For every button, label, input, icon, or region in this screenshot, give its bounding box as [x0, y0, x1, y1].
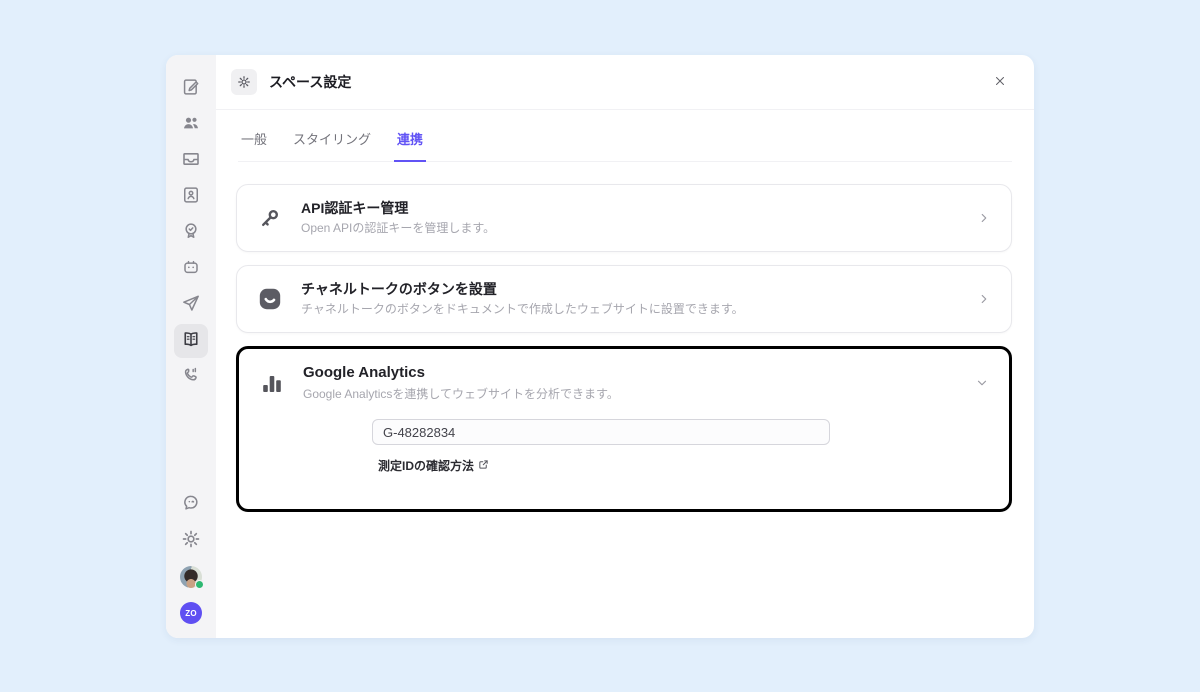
- tab-styling[interactable]: スタイリング: [290, 110, 374, 162]
- sidebar-item-contact-card[interactable]: [174, 180, 208, 214]
- chevron-right-icon: [977, 211, 991, 225]
- sidebar-item-compose[interactable]: [174, 72, 208, 106]
- api-key-management-card[interactable]: API認証キー管理 Open APIの認証キーを管理します。: [236, 184, 1012, 252]
- modal-header: スペース設定: [216, 55, 1034, 110]
- online-status-dot: [195, 580, 204, 589]
- inbox-icon: [181, 149, 201, 174]
- compose-note-icon: [181, 77, 201, 102]
- key-icon: [257, 206, 283, 230]
- google-analytics-card[interactable]: Google Analytics Google Analyticsを連携してウェ…: [236, 346, 1012, 512]
- send-icon: [181, 293, 201, 318]
- sidebar-item-settings[interactable]: [174, 524, 208, 558]
- space-settings-modal: ZO スペース設定 一般 スタイリング 連携 API認証キー管理 Open AP…: [166, 55, 1034, 638]
- badge-check-icon: [181, 221, 201, 246]
- phone-icon: [181, 365, 201, 390]
- card-row: チャネルトークのボタンを設置 チャネルトークのボタンをドキュメントで作成したウェ…: [237, 266, 1011, 332]
- integrations-content: API認証キー管理 Open APIの認証キーを管理します。 チャネルトークのボ…: [216, 162, 1034, 512]
- user-avatar: [180, 566, 204, 589]
- sidebar-item-bot[interactable]: [174, 252, 208, 286]
- measurement-id-help-link[interactable]: 測定IDの確認方法: [378, 457, 489, 474]
- close-icon: [993, 74, 1007, 91]
- sidebar-item-badge[interactable]: [174, 216, 208, 250]
- card-subtitle: Open APIの認証キーを管理します。: [301, 221, 496, 236]
- sidebar-item-send[interactable]: [174, 288, 208, 322]
- settings-gear-icon: [181, 529, 201, 554]
- tab-integrations[interactable]: 連携: [394, 110, 427, 162]
- settings-tabs: 一般 スタイリング 連携: [238, 110, 1012, 162]
- card-title: API認証キー管理: [301, 200, 409, 217]
- sidebar-item-inbox[interactable]: [174, 144, 208, 178]
- card-text: Google Analytics Google Analyticsを連携してウェ…: [303, 363, 619, 402]
- measurement-id-input[interactable]: [372, 419, 830, 445]
- card-row: Google Analytics Google Analyticsを連携してウェ…: [239, 349, 1009, 411]
- sidebar-item-docs[interactable]: [174, 324, 208, 358]
- sidebar-item-phone[interactable]: [174, 360, 208, 394]
- chat-smiley-icon: [181, 493, 201, 518]
- sidebar-item-channel-talk[interactable]: [174, 488, 208, 522]
- users-icon: [181, 113, 201, 138]
- modal-title: スペース設定: [269, 74, 352, 90]
- card-title: チャネルトークのボタンを設置: [301, 281, 497, 298]
- settings-gear-badge: [231, 69, 257, 95]
- tab-general[interactable]: 一般: [238, 110, 270, 162]
- chevron-right-icon: [977, 292, 991, 306]
- google-analytics-body: 測定IDの確認方法: [239, 411, 1009, 475]
- close-button[interactable]: [988, 70, 1012, 94]
- sidebar-item-profile[interactable]: [174, 560, 208, 594]
- card-subtitle: チャネルトークのボタンをドキュメントで作成したウェブサイトに設置できます。: [301, 302, 744, 317]
- sidebar-item-workspace[interactable]: ZO: [174, 596, 208, 630]
- modal-main: スペース設定 一般 スタイリング 連携 API認証キー管理 Open APIの認…: [216, 55, 1034, 638]
- card-title: Google Analytics: [303, 364, 425, 382]
- external-link-icon: [478, 459, 489, 473]
- app-sidebar: ZO: [166, 55, 216, 638]
- bar-chart-icon: [259, 371, 285, 395]
- sidebar-item-contacts[interactable]: [174, 108, 208, 142]
- bot-icon: [181, 257, 201, 282]
- card-row: API認証キー管理 Open APIの認証キーを管理します。: [237, 185, 1011, 251]
- channel-talk-button-card[interactable]: チャネルトークのボタンを設置 チャネルトークのボタンをドキュメントで作成したウェ…: [236, 265, 1012, 333]
- card-text: API認証キー管理 Open APIの認証キーを管理します。: [301, 199, 495, 237]
- contact-card-icon: [181, 185, 201, 210]
- help-link-label: 測定IDの確認方法: [378, 459, 475, 473]
- docs-book-icon: [181, 329, 201, 354]
- card-subtitle: Google Analyticsを連携してウェブサイトを分析できます。: [303, 386, 619, 401]
- card-text: チャネルトークのボタンを設置 チャネルトークのボタンをドキュメントで作成したウェ…: [301, 280, 744, 318]
- chevron-down-icon[interactable]: [975, 376, 989, 390]
- workspace-logo: ZO: [180, 602, 202, 624]
- channel-talk-icon: [257, 287, 283, 311]
